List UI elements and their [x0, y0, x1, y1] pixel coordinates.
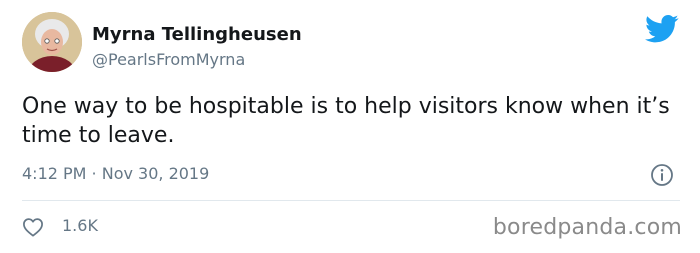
heart-icon[interactable] [22, 217, 44, 237]
info-icon[interactable] [650, 163, 674, 187]
divider [22, 200, 680, 201]
avatar-image [22, 12, 82, 72]
watermark: boredpanda.com [492, 215, 682, 240]
tweet-timestamp[interactable]: 4:12 PM · Nov 30, 2019 [22, 164, 209, 183]
author-handle[interactable]: @PearlsFromMyrna [92, 50, 245, 69]
tweet-card: Myrna Tellingheusen @PearlsFromMyrna One… [0, 0, 700, 253]
avatar[interactable] [22, 12, 82, 72]
author-display-name[interactable]: Myrna Tellingheusen [92, 24, 302, 45]
twitter-bird-icon[interactable] [645, 14, 679, 44]
tweet-text: One way to be hospitable is to help visi… [22, 94, 670, 148]
like-count[interactable]: 1.6K [62, 216, 98, 235]
